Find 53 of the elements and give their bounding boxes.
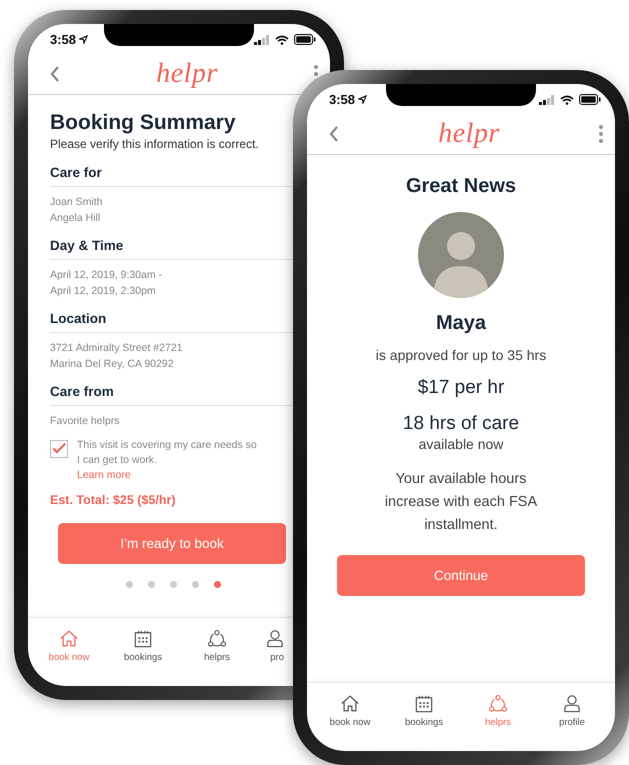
tab-bar-item[interactable]: profile	[535, 683, 609, 751]
helper-name: Maya	[436, 312, 486, 335]
page-dot[interactable]	[126, 581, 133, 588]
status-time: 3:58	[50, 32, 76, 46]
person-icon	[563, 694, 581, 713]
detail-text: April 12, 2019, 2:30pm	[50, 284, 157, 299]
more-icon[interactable]	[598, 125, 603, 143]
back-icon[interactable]	[329, 126, 339, 142]
page-dot[interactable]	[214, 581, 221, 588]
detail-text: April 12, 2019, 9:30am -	[50, 268, 164, 283]
checkbox[interactable]	[50, 440, 68, 458]
signal-icon	[539, 94, 555, 104]
page-dot[interactable]	[192, 581, 199, 588]
tab-bar-item[interactable]: helprs	[180, 618, 254, 686]
back-icon[interactable]	[50, 66, 60, 82]
wifi-icon	[275, 34, 289, 44]
page-title: Booking Summary	[50, 111, 237, 135]
page-dot[interactable]	[170, 581, 177, 588]
checkbox-label: This visit is covering my care needs so I can get to work.	[77, 438, 258, 468]
person-icon	[266, 629, 284, 648]
wifi-icon	[560, 94, 574, 104]
detail-text: Joan Smith	[50, 195, 104, 210]
detail-text: Angela Hill	[50, 211, 102, 226]
page-subtitle: Please verify this information is correct.	[50, 137, 260, 151]
location-arrow-icon	[358, 94, 368, 104]
info-text: Your available hours increase with each FSA installment.	[384, 470, 538, 535]
logo: helpr	[438, 118, 500, 150]
tab-bar-item[interactable]: bookings	[106, 618, 180, 686]
logo: helpr	[156, 58, 218, 90]
connected-circles-icon	[488, 694, 508, 713]
detail-text: Marina Del Rey, CA 90292	[50, 357, 175, 372]
house-icon	[59, 629, 79, 648]
page-title: Great News	[406, 175, 516, 198]
hours-note: available now	[418, 436, 504, 452]
tab-bar-item[interactable]: book now	[313, 683, 387, 751]
approval-text: is approved for up to 35 hrs	[376, 347, 546, 363]
tab-bar-item[interactable]: pro	[254, 618, 284, 686]
hourly-rate: $17 per hr	[418, 377, 504, 399]
hours-available: 18 hrs of care	[402, 413, 520, 435]
house-icon	[340, 694, 360, 713]
calendar-icon	[134, 630, 152, 648]
detail-text: 3721 Admiralty Street #2721	[50, 341, 184, 356]
detail-text: Favorite helprs	[50, 414, 120, 429]
signal-icon	[254, 34, 270, 44]
status-time: 3:58	[329, 92, 356, 106]
location-arrow-icon	[79, 34, 88, 44]
page-dot[interactable]	[148, 581, 155, 588]
battery-icon	[294, 34, 316, 45]
tab-bar-item[interactable]: bookings	[387, 683, 461, 751]
total-price: Est. Total: $25 ($5/hr)	[50, 493, 176, 507]
battery-icon	[579, 94, 601, 105]
connected-circles-icon	[207, 629, 227, 648]
calendar-icon	[415, 694, 433, 712]
